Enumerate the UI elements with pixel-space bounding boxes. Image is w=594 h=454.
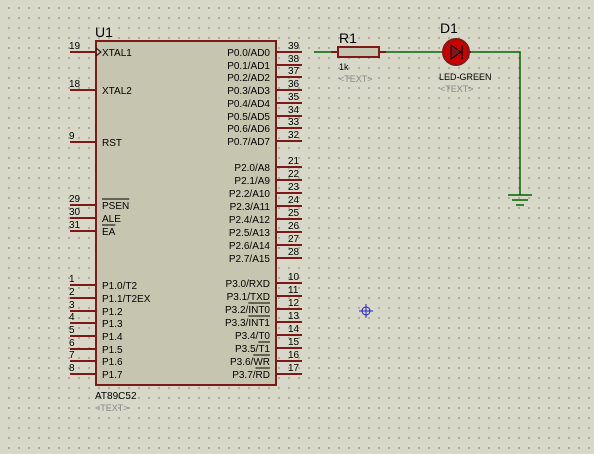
pin-name: P3.2/INT0 bbox=[225, 305, 270, 316]
pin-name: P2.5/A13 bbox=[229, 228, 271, 239]
pin-name: PSEN bbox=[102, 201, 129, 212]
pin-name: P2.4/A12 bbox=[229, 215, 271, 226]
schematic-canvas[interactable]: U1 AT89C52 <TEXT> 19 XTAL1 18 XTAL2 9 RST 29 PS… bbox=[0, 0, 594, 450]
pin-name: P3.4/T0 bbox=[235, 331, 270, 342]
pin-name: P0.1/AD1 bbox=[227, 61, 270, 72]
pin-name: P2.3/A11 bbox=[230, 202, 271, 213]
pin-name: P3.1/TXD bbox=[227, 292, 270, 303]
pin-number: 21 bbox=[288, 156, 300, 167]
pin-number: 31 bbox=[69, 220, 81, 231]
ground-icon[interactable] bbox=[508, 194, 532, 206]
schematic-svg[interactable]: U1 AT89C52 <TEXT> 19XTAL118XTAL29RST29PS… bbox=[0, 0, 594, 450]
pin-number: 12 bbox=[288, 298, 300, 309]
pin-number: 22 bbox=[288, 169, 300, 180]
pin-number: 5 bbox=[69, 325, 75, 336]
pin-number: 34 bbox=[288, 105, 300, 116]
pin-number: 30 bbox=[69, 207, 81, 218]
pin-name: EA bbox=[102, 227, 116, 238]
pin-number: 7 bbox=[69, 350, 75, 361]
resistor-ref-label: R1 bbox=[339, 30, 357, 46]
pin-number: 29 bbox=[69, 194, 81, 205]
mcu-text-placeholder: <TEXT> bbox=[95, 403, 129, 413]
pin-name: P2.7/A15 bbox=[229, 254, 271, 265]
pin-name: XTAL1 bbox=[102, 48, 132, 59]
pin-name: P1.2 bbox=[102, 307, 123, 318]
pin-number: 27 bbox=[288, 234, 300, 245]
pin-number: 16 bbox=[288, 350, 300, 361]
pin-name: P3.6/WR bbox=[230, 357, 270, 368]
pin-name: P0.2/AD2 bbox=[227, 73, 270, 84]
led-ref-label: D1 bbox=[440, 20, 458, 36]
pin-name: XTAL2 bbox=[102, 86, 132, 97]
pin-name: P3.5/T1 bbox=[235, 344, 270, 355]
pin-number: 13 bbox=[288, 311, 300, 322]
pin-number: 24 bbox=[288, 195, 300, 206]
pin-name: P1.6 bbox=[102, 357, 123, 368]
pin-number: 19 bbox=[69, 41, 81, 52]
pin-number: 39 bbox=[288, 41, 300, 52]
pin-number: 6 bbox=[69, 338, 75, 349]
pin-name: P2.6/A14 bbox=[229, 241, 271, 252]
pin-name: P3.3/INT1 bbox=[225, 318, 270, 329]
pin-number: 26 bbox=[288, 221, 300, 232]
pin-number: 15 bbox=[288, 337, 300, 348]
pin-number: 28 bbox=[288, 247, 300, 258]
pin-name: P1.4 bbox=[102, 332, 123, 343]
pin-name: P1.7 bbox=[102, 370, 123, 381]
pin-name: P1.1/T2EX bbox=[102, 294, 151, 305]
cursor-crosshair-icon bbox=[359, 304, 373, 318]
pin-name: P2.2/A10 bbox=[229, 189, 271, 200]
pin-number: 37 bbox=[288, 66, 300, 77]
pin-number: 25 bbox=[288, 208, 300, 219]
pin-name: P0.3/AD3 bbox=[227, 86, 270, 97]
pin-name: P0.5/AD5 bbox=[227, 112, 270, 123]
pin-number: 3 bbox=[69, 300, 75, 311]
pin-number: 32 bbox=[288, 130, 300, 141]
pin-number: 38 bbox=[288, 54, 300, 65]
pin-number: 33 bbox=[288, 117, 300, 128]
mcu-part-label: AT89C52 bbox=[95, 391, 137, 402]
pin-name: P0.4/AD4 bbox=[227, 99, 270, 110]
pin-name: P0.0/AD0 bbox=[227, 48, 270, 59]
pin-name: P2.1/A9 bbox=[234, 176, 270, 187]
pin-name: P3.0/RXD bbox=[226, 279, 270, 290]
pin-number: 2 bbox=[69, 287, 75, 298]
pin-name: ALE bbox=[102, 214, 121, 225]
pin-number: 1 bbox=[69, 274, 75, 285]
pin-number: 23 bbox=[288, 182, 300, 193]
led-symbol[interactable] bbox=[442, 38, 471, 66]
pin-name: P0.6/AD6 bbox=[227, 124, 270, 135]
pin-number: 10 bbox=[288, 272, 300, 283]
pin-number: 4 bbox=[69, 312, 75, 323]
led-part-label: LED-GREEN bbox=[439, 72, 492, 82]
pin-name: RST bbox=[102, 138, 122, 149]
pin-number: 9 bbox=[69, 131, 75, 142]
mcu-ref-label: U1 bbox=[95, 24, 113, 40]
pin-name: P1.5 bbox=[102, 345, 123, 356]
resistor-value-label: 1k bbox=[339, 62, 349, 72]
pin-number: 8 bbox=[69, 363, 75, 374]
pin-name: P0.7/AD7 bbox=[227, 137, 270, 148]
pin-number: 11 bbox=[288, 285, 299, 296]
pin-number: 17 bbox=[288, 363, 300, 374]
pin-name: P1.3 bbox=[102, 319, 123, 330]
resistor-text-placeholder: <TEXT> bbox=[339, 74, 373, 84]
pin-name: P2.0/A8 bbox=[234, 163, 270, 174]
pin-name: P3.7/RD bbox=[232, 370, 270, 381]
led-text-placeholder: <TEXT> bbox=[440, 84, 474, 94]
pin-number: 36 bbox=[288, 79, 300, 90]
pin-number: 35 bbox=[288, 92, 300, 103]
pin-number: 18 bbox=[69, 79, 81, 90]
pin-number: 14 bbox=[288, 324, 300, 335]
pin-name: P1.0/T2 bbox=[102, 281, 137, 292]
resistor-body[interactable] bbox=[337, 46, 380, 58]
